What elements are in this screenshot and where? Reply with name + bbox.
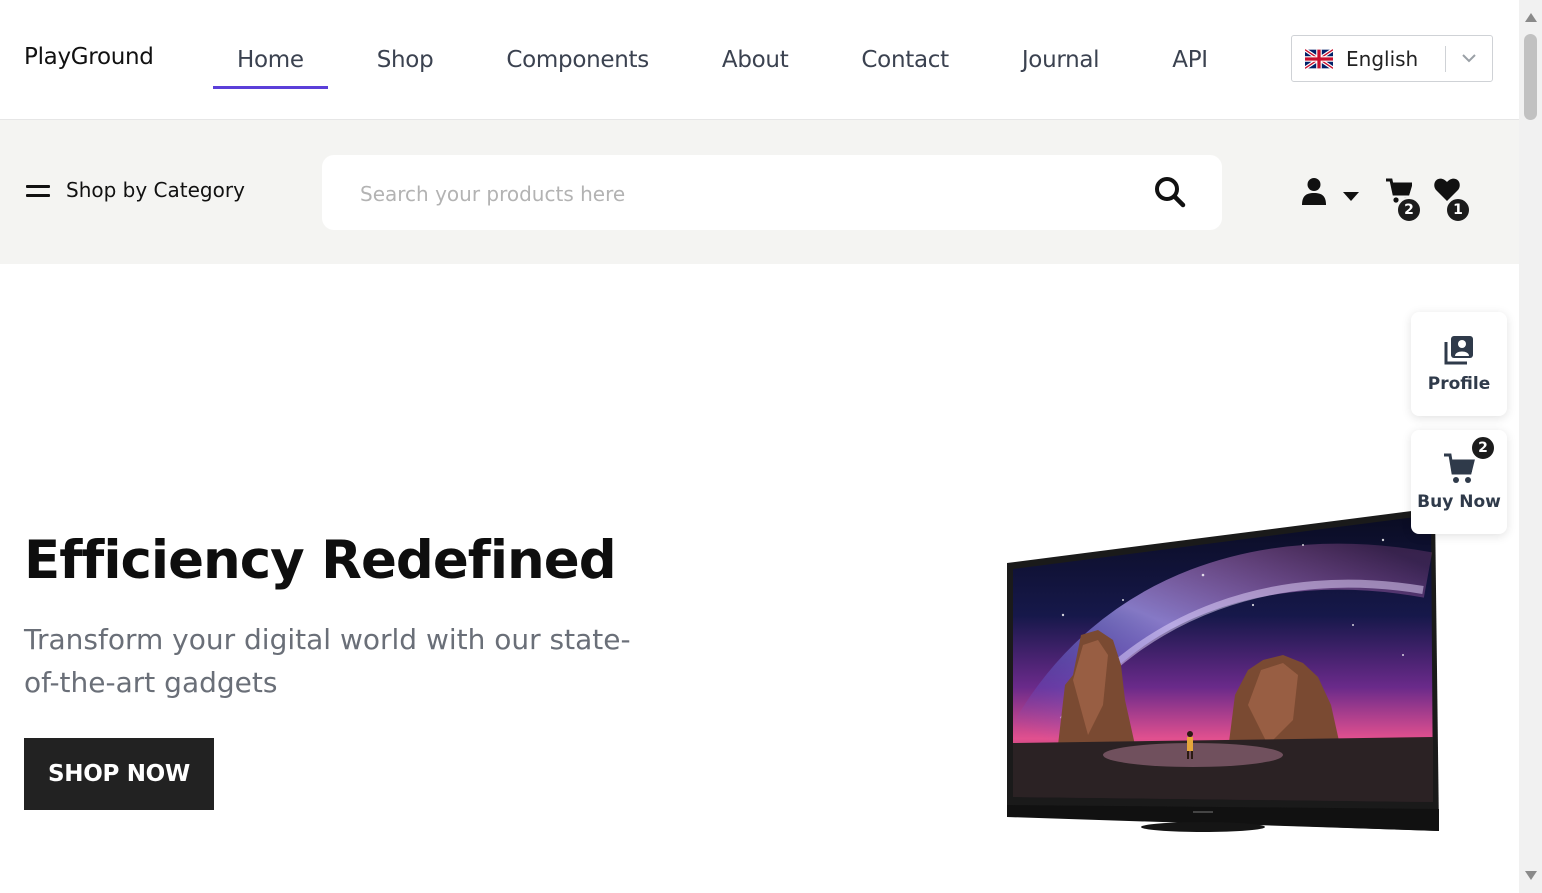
search-input[interactable]	[358, 177, 1122, 211]
shop-now-button[interactable]: SHOP NOW	[24, 738, 214, 810]
nav-about[interactable]: About	[698, 0, 813, 119]
buy-now-quick-button[interactable]: Buy Now 2	[1411, 430, 1507, 534]
shop-by-category-button[interactable]: Shop by Category	[26, 178, 245, 202]
tv-product-image	[1007, 508, 1439, 832]
nav-contact[interactable]: Contact	[837, 0, 972, 119]
nav-journal[interactable]: Journal	[998, 0, 1123, 119]
profile-card-icon	[1444, 336, 1473, 365]
profile-quick-button[interactable]: Profile	[1411, 312, 1507, 416]
top-nav: PlayGround Home Shop Components About Co…	[0, 0, 1519, 120]
hero-subtitle: Transform your digital world with our st…	[24, 623, 631, 699]
caret-down-icon[interactable]	[1343, 187, 1359, 206]
cart-icon	[1444, 453, 1475, 483]
heart-icon[interactable]: 1	[1434, 178, 1471, 223]
uk-flag-icon	[1305, 48, 1333, 69]
cart-icon[interactable]: 2	[1386, 178, 1422, 223]
search-icon[interactable]	[1154, 176, 1188, 210]
search-box	[322, 155, 1222, 230]
buy-now-label: Buy Now	[1417, 492, 1501, 512]
menu-icon	[26, 182, 50, 198]
scroll-up-arrow-icon[interactable]	[1525, 13, 1537, 22]
scroll-down-arrow-icon[interactable]	[1525, 871, 1537, 880]
nav-home[interactable]: Home	[213, 0, 328, 119]
buy-now-count-badge: 2	[1470, 435, 1496, 461]
profile-label: Profile	[1427, 374, 1491, 394]
language-select[interactable]: English	[1291, 35, 1493, 82]
scroll-thumb[interactable]	[1524, 34, 1537, 120]
language-label: English	[1346, 46, 1419, 71]
cart-count-badge: 2	[1396, 197, 1422, 223]
hero-title: Efficiency Redefined	[24, 530, 617, 591]
page-scrollbar[interactable]	[1519, 0, 1542, 893]
category-label: Shop by Category	[66, 178, 245, 202]
nav-api[interactable]: API	[1148, 0, 1232, 119]
wishlist-count-badge: 1	[1445, 197, 1471, 223]
main-menu: Home Shop Components About Contact Journ…	[213, 0, 1257, 119]
chevron-down-icon[interactable]	[1446, 54, 1492, 63]
search-band: Shop by Category	[0, 120, 1519, 264]
brand-logo[interactable]: PlayGround	[24, 44, 154, 70]
user-icon[interactable]	[1302, 178, 1326, 209]
nav-shop[interactable]: Shop	[353, 0, 458, 119]
nav-components[interactable]: Components	[482, 0, 673, 119]
